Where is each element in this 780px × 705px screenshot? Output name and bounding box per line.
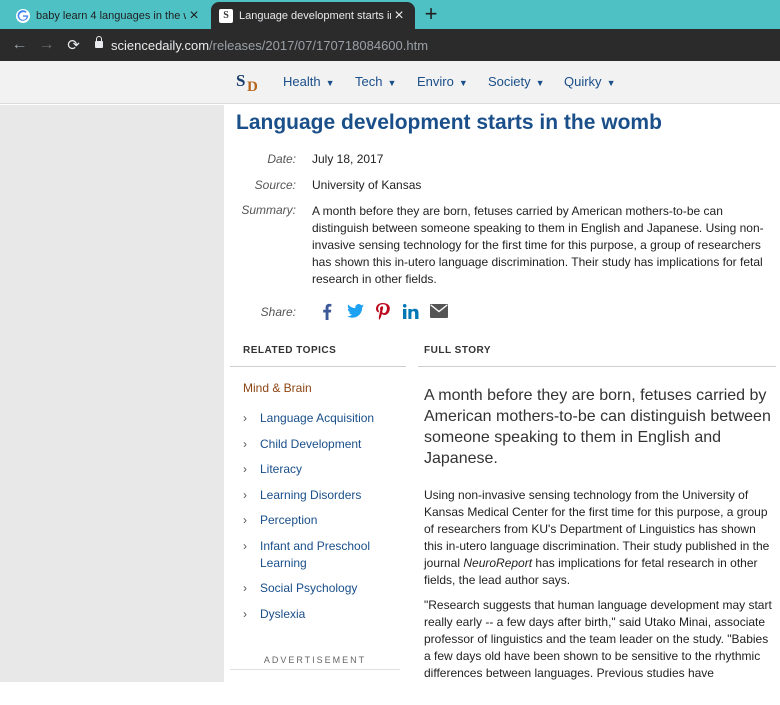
email-icon[interactable] xyxy=(425,300,453,322)
chevron-right-icon: › xyxy=(243,436,247,451)
chevron-right-icon: › xyxy=(243,462,247,476)
summary-label: Summary: xyxy=(241,203,296,217)
story-lead: A month before they are born, fetuses ca… xyxy=(424,387,771,467)
chevron-right-icon: › xyxy=(243,411,247,425)
tab-title: baby learn 4 languages in the wo xyxy=(36,9,186,22)
pinterest-icon[interactable] xyxy=(369,300,397,322)
tab-strip: baby learn 4 languages in the wo × S Lan… xyxy=(0,0,780,29)
nav-tech[interactable]: Tech ▼ xyxy=(355,74,396,89)
address-bar: ← → ⟳ sciencedaily.com/releases/2017/07/… xyxy=(0,29,780,61)
url-host: sciencedaily.com xyxy=(111,37,210,53)
caret-down-icon: ▼ xyxy=(535,78,545,88)
chevron-right-icon: › xyxy=(243,513,247,527)
nav-label: Health xyxy=(283,74,321,89)
google-icon xyxy=(16,8,30,23)
twitter-icon[interactable] xyxy=(341,300,369,322)
topic-item[interactable]: › Social Psychology xyxy=(243,580,403,597)
new-tab-button[interactable]: + xyxy=(420,3,442,25)
tab-sciencedaily[interactable]: S Language development starts in × xyxy=(211,2,415,29)
full-story-heading: FULL STORY xyxy=(424,345,492,356)
back-icon[interactable]: ← xyxy=(6,36,33,54)
nav-label: Society xyxy=(488,74,531,89)
topic-label: Dyslexia xyxy=(260,606,306,621)
topic-label: Literacy xyxy=(260,462,303,476)
topic-label: Learning Disorders xyxy=(260,487,362,502)
share-bar xyxy=(313,300,453,322)
topic-label: Social Psychology xyxy=(260,581,358,595)
topic-label: Infant and Preschool Learning xyxy=(260,538,371,570)
article-title: Language development starts in the womb xyxy=(236,111,662,134)
topic-label: Perception xyxy=(260,513,318,527)
reload-icon[interactable]: ⟳ xyxy=(60,36,87,54)
chevron-right-icon: › xyxy=(243,606,247,621)
date-value: July 18, 2017 xyxy=(312,152,384,166)
url-field[interactable]: sciencedaily.com/releases/2017/07/170718… xyxy=(95,36,429,53)
sciencedaily-icon: S xyxy=(219,8,233,23)
facebook-icon[interactable] xyxy=(313,300,341,322)
chevron-right-icon: › xyxy=(243,581,247,595)
lock-icon xyxy=(95,36,103,50)
source-value: University of Kansas xyxy=(312,178,422,192)
nav-enviro[interactable]: Enviro ▼ xyxy=(417,74,468,89)
chevron-right-icon: › xyxy=(243,538,247,553)
story-paragraph-2: "Research suggests that human language d… xyxy=(424,598,772,680)
story-paragraph-1: Using non-invasive sensing technology fr… xyxy=(424,487,776,589)
journal-name: NeuroReport xyxy=(463,556,533,570)
topic-item[interactable]: › Infant and Preschool Learning xyxy=(243,538,403,572)
linkedin-icon[interactable] xyxy=(397,300,425,322)
topic-item[interactable]: › Literacy xyxy=(243,461,403,478)
caret-down-icon: ▼ xyxy=(458,78,468,88)
tab-close-icon[interactable]: × xyxy=(391,7,407,24)
date-label: Date: xyxy=(267,152,296,166)
topic-item[interactable]: › Perception xyxy=(243,512,403,529)
caret-down-icon: ▼ xyxy=(606,78,616,88)
forward-icon[interactable]: → xyxy=(33,36,60,54)
caret-down-icon: ▼ xyxy=(325,78,335,88)
summary-text: A month before they are born, fetuses ca… xyxy=(312,204,764,286)
left-gutter xyxy=(0,105,224,682)
topic-label: Child Development xyxy=(260,436,362,451)
story-divider xyxy=(418,366,776,367)
share-label: Share: xyxy=(260,305,296,319)
topic-item[interactable]: › Learning Disorders xyxy=(243,487,403,504)
sciencedaily-logo[interactable]: S D xyxy=(236,71,260,95)
topic-item[interactable]: › Child Development xyxy=(243,436,403,453)
tab-baby-learn[interactable]: baby learn 4 languages in the wo × xyxy=(0,2,210,29)
topic-item[interactable]: › Dyslexia xyxy=(243,606,403,623)
source-label: Source: xyxy=(254,178,296,192)
nav-label: Enviro xyxy=(417,74,454,89)
advertisement-divider xyxy=(230,669,400,670)
topic-label: Language Acquisition xyxy=(260,411,375,425)
sidebar-divider xyxy=(230,366,406,367)
tab-title: Language development starts in xyxy=(239,9,391,22)
nav-label: Tech xyxy=(355,74,383,89)
topic-category-mind-brain[interactable]: Mind & Brain xyxy=(243,381,312,395)
nav-label: Quirky xyxy=(564,74,602,89)
caret-down-icon: ▼ xyxy=(387,78,397,88)
nav-health[interactable]: Health ▼ xyxy=(283,74,335,89)
related-topics-heading: RELATED TOPICS xyxy=(243,345,337,356)
site-nav: S D Health ▼ Tech ▼ Enviro ▼ Society ▼ Quirk… xyxy=(0,61,780,104)
related-topics-list: › Language Acquisition › Child Development… xyxy=(243,410,403,631)
topic-item[interactable]: › Language Acquisition xyxy=(243,410,403,427)
url-path: /releases/2017/07/170718084600.htm xyxy=(209,37,429,53)
logo-s: S xyxy=(236,71,246,90)
logo-d: D xyxy=(247,79,258,95)
advertisement-label: ADVERTISEMENT xyxy=(263,655,367,665)
chevron-right-icon: › xyxy=(243,487,247,502)
tab-close-icon[interactable]: × xyxy=(186,7,202,24)
nav-quirky[interactable]: Quirky ▼ xyxy=(564,74,615,89)
nav-society[interactable]: Society ▼ xyxy=(488,74,545,89)
